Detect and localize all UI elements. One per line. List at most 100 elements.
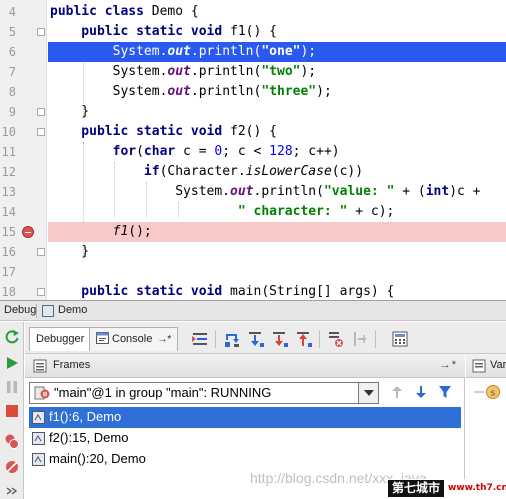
frame-item[interactable]: f2():15, Demo: [29, 428, 461, 449]
debug-sidebar: [0, 322, 24, 499]
line-number: 17: [1, 265, 16, 279]
static-badge-text: s: [491, 389, 496, 399]
frame-label: main():20, Demo: [49, 451, 146, 466]
code-text: for(char c = 0; c < 128; c++): [50, 142, 340, 162]
run-config-tab[interactable]: Demo: [58, 304, 87, 316]
fold-marker-icon[interactable]: [37, 128, 45, 136]
code-token: ();: [128, 224, 152, 239]
frame-item-selected[interactable]: f1():6, Demo: [29, 407, 461, 428]
pause-button[interactable]: [3, 378, 21, 396]
code-line[interactable]: 12 if(Character.isLowerCase(c)): [0, 162, 506, 182]
code-token: if: [50, 164, 160, 179]
code-line[interactable]: 10 public static void f2() {: [0, 122, 506, 142]
force-step-into-icon: [273, 332, 288, 347]
code-line[interactable]: 14 " character: " + c);: [0, 202, 506, 222]
panel-options-icon[interactable]: →*: [440, 359, 457, 371]
code-line[interactable]: 9 }: [0, 102, 506, 122]
code-token: out: [230, 184, 254, 199]
code-text: public static void f1() {: [50, 22, 277, 42]
code-token: public static void: [50, 124, 223, 139]
show-execution-point-button[interactable]: [191, 330, 209, 348]
mute-breakpoints-icon: [6, 461, 18, 473]
code-line[interactable]: 17: [0, 262, 506, 282]
breakpoint-icon[interactable]: [22, 226, 34, 238]
line-number: 14: [1, 205, 16, 219]
code-token: .println(: [253, 184, 324, 199]
code-line-execution-point[interactable]: 6 System.out.println("one");: [0, 42, 506, 62]
code-token: f2() {: [222, 124, 277, 139]
fold-marker-icon[interactable]: [37, 248, 45, 256]
code-token: out: [167, 84, 191, 99]
evaluate-expression-button[interactable]: [391, 330, 409, 348]
resume-button[interactable]: [3, 354, 21, 372]
step-over-icon: [225, 334, 239, 347]
code-token: .println(: [190, 44, 262, 59]
fold-marker-icon[interactable]: [37, 108, 45, 116]
code-token: char: [143, 144, 176, 159]
step-out-icon: [297, 332, 312, 347]
run-to-cursor-button[interactable]: [351, 330, 369, 348]
more-button[interactable]: [3, 482, 21, 499]
code-line[interactable]: 16 }: [0, 242, 506, 262]
line-number: 7: [8, 65, 16, 79]
code-token: "two": [261, 64, 301, 79]
code-token: )c +: [449, 184, 481, 199]
code-line[interactable]: 7 System.out.println("two");: [0, 62, 506, 82]
code-editor[interactable]: 4 public class Demo { 5 public static vo…: [0, 0, 506, 300]
drop-frame-icon: [329, 332, 343, 347]
divider: [375, 330, 376, 348]
debug-window-label: Debug: [4, 304, 37, 316]
code-line[interactable]: 18 public static void main(String[] args…: [0, 282, 506, 300]
code-line-breakpoint[interactable]: 15 f1();: [0, 222, 506, 242]
code-token: "three": [261, 84, 317, 99]
run-config-icon: [42, 305, 54, 317]
filter-icon: [439, 386, 451, 398]
code-token: 128: [269, 144, 293, 159]
code-line[interactable]: 13 System.out.println("value: " + (int)c…: [0, 182, 506, 202]
line-number: 12: [1, 165, 16, 179]
code-line[interactable]: 4 public class Demo {: [0, 2, 506, 22]
code-token: + (: [394, 184, 426, 199]
code-line[interactable]: 11 for(char c = 0; c < 128; c++): [0, 142, 506, 162]
run-to-cursor-icon: [354, 332, 366, 346]
frame-icon: [32, 432, 45, 448]
tab-console[interactable]: Console →*: [89, 327, 179, 351]
stop-button[interactable]: [3, 402, 21, 420]
frames-title: Frames: [53, 359, 91, 371]
step-out-button[interactable]: [295, 330, 313, 348]
fold-marker-icon[interactable]: [37, 28, 45, 36]
step-into-button[interactable]: [247, 330, 265, 348]
force-step-into-button[interactable]: [271, 330, 289, 348]
next-frame-button[interactable]: [413, 384, 429, 400]
code-line[interactable]: 5 public static void f1() {: [0, 22, 506, 42]
divider: [215, 330, 216, 348]
thread-selector[interactable]: "main"@1 in group "main": RUNNING: [29, 382, 379, 404]
view-breakpoints-button[interactable]: [3, 432, 21, 450]
filter-frames-button[interactable]: [437, 384, 453, 400]
variable-item[interactable]: s: [474, 384, 506, 402]
code-token: ; c <: [222, 144, 270, 159]
line-number: 18: [1, 285, 16, 299]
chevron-down-icon[interactable]: [358, 383, 378, 403]
previous-frame-button[interactable]: [389, 384, 405, 400]
code-token: public class: [50, 4, 144, 19]
divider: [319, 330, 320, 348]
code-token: public static void: [50, 284, 223, 299]
code-line[interactable]: 8 System.out.println("three");: [0, 82, 506, 102]
line-number: 5: [8, 25, 16, 39]
drop-frame-button[interactable]: [327, 330, 345, 348]
execution-point-icon: [192, 333, 207, 345]
rerun-button[interactable]: [3, 328, 21, 346]
mute-breakpoints-button[interactable]: [3, 458, 21, 476]
line-number: 8: [8, 85, 16, 99]
frame-item[interactable]: main():20, Demo: [29, 449, 461, 470]
step-over-button[interactable]: [223, 330, 241, 348]
fold-marker-icon[interactable]: [37, 288, 45, 296]
code-token: );: [300, 64, 317, 79]
code-token: System.: [50, 84, 168, 99]
code-text: " character: " + c);: [50, 202, 395, 222]
frames-header: Frames →*: [25, 354, 465, 378]
tab-debugger[interactable]: Debugger: [29, 327, 92, 351]
line-number: 9: [8, 105, 16, 119]
code-token: );: [316, 84, 332, 99]
